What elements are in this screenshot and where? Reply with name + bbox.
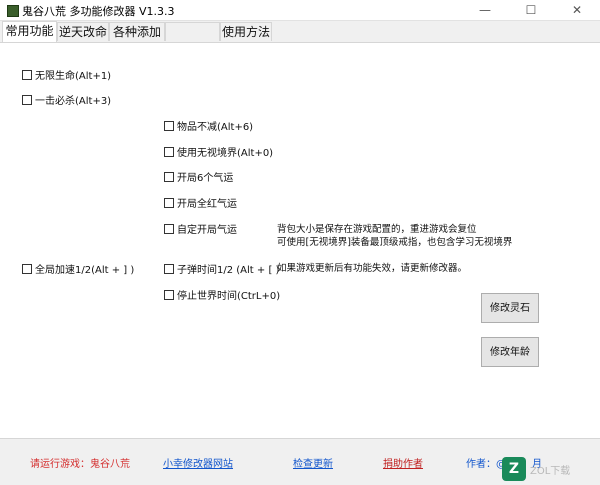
checkbox-icon[interactable] [164,147,174,157]
site-link[interactable]: 小幸修改器网站 [163,455,233,470]
checkbox-start-all-red-fortunes[interactable]: 开局全红气运 [164,198,237,212]
tab-bar: 常用功能 逆天改命 各种添加 使用方法 [0,21,600,42]
check-update-link[interactable]: 检查更新 [293,455,333,470]
tab-change-fate[interactable]: 逆天改命 [57,22,109,41]
window-title: 鬼谷八荒 多功能修改器 V1.3.3 [22,5,175,18]
checkbox-icon[interactable] [164,198,174,208]
checkbox-label: 全局加速1/2(Alt + ] ) [35,265,135,276]
checkbox-icon[interactable] [22,95,32,105]
checkbox-custom-start-fortunes[interactable]: 自定开局气运 [164,224,237,238]
tab-usage[interactable]: 使用方法 [220,22,272,41]
watermark-logo-icon: Z [502,457,526,481]
checkbox-icon[interactable] [164,290,174,300]
app-icon [7,5,19,17]
checkbox-label: 使用无视境界(Alt+0) [177,148,274,159]
checkbox-stop-world-time[interactable]: 停止世界时间(CtrL+0) [164,290,280,304]
title-bar: 鬼谷八荒 多功能修改器 V1.3.3 — ☐ ✕ [0,0,600,21]
author-prefix: 作者：@ [466,459,506,470]
maximize-button[interactable]: ☐ [508,0,554,20]
checkbox-icon[interactable] [164,264,174,274]
checkbox-label: 一击必杀(Alt+3) [35,96,112,107]
checkbox-start-6-fortunes[interactable]: 开局6个气运 [164,172,233,186]
checkbox-label: 无限生命(Alt+1) [35,71,112,82]
checkbox-icon[interactable] [164,121,174,131]
note-backpack: 背包大小是保存在游戏配置的，重进游戏会复位 [277,224,477,235]
checkbox-infinite-health[interactable]: 无限生命(Alt+1) [22,70,111,84]
watermark-text: ZOL下载 [530,466,571,477]
checkbox-label: 自定开局气运 [177,225,237,236]
minimize-button[interactable]: — [462,0,508,20]
checkbox-label: 开局6个气运 [177,173,234,184]
checkbox-label: 开局全红气运 [177,199,237,210]
modify-spirit-stone-button[interactable]: 修改灵石 [481,293,539,323]
tab-empty[interactable] [165,22,220,41]
note-update: 如果游戏更新后有功能失效，请更新修改器。 [277,263,468,274]
checkbox-icon[interactable] [164,224,174,234]
game-status: 请运行游戏：鬼谷八荒 [30,459,130,470]
checkbox-global-speed[interactable]: 全局加速1/2(Alt + ] ) [22,264,134,278]
checkbox-bullet-time[interactable]: 子弹时间1/2 (Alt + [ ) [164,264,279,278]
modify-age-button[interactable]: 修改年龄 [481,337,539,367]
donate-link[interactable]: 捐助作者 [383,455,423,470]
checkbox-label: 物品不减(Alt+6) [177,122,254,133]
note-ignore-realm: 可使用[无视境界]装备最顶级戒指，也包含学习无视境界 [277,237,513,248]
checkbox-items-no-decrease[interactable]: 物品不减(Alt+6) [164,121,253,135]
checkbox-label: 子弹时间1/2 (Alt + [ ) [177,265,280,276]
checkbox-label: 停止世界时间(CtrL+0) [177,291,281,302]
tab-common-features[interactable]: 常用功能 [2,21,57,42]
checkbox-use-ignore-realm[interactable]: 使用无视境界(Alt+0) [164,147,273,161]
checkbox-icon[interactable] [22,70,32,80]
tab-various-add[interactable]: 各种添加 [109,22,165,41]
checkbox-icon[interactable] [22,264,32,274]
checkbox-one-hit-kill[interactable]: 一击必杀(Alt+3) [22,95,111,109]
close-button[interactable]: ✕ [554,0,600,20]
checkbox-icon[interactable] [164,172,174,182]
